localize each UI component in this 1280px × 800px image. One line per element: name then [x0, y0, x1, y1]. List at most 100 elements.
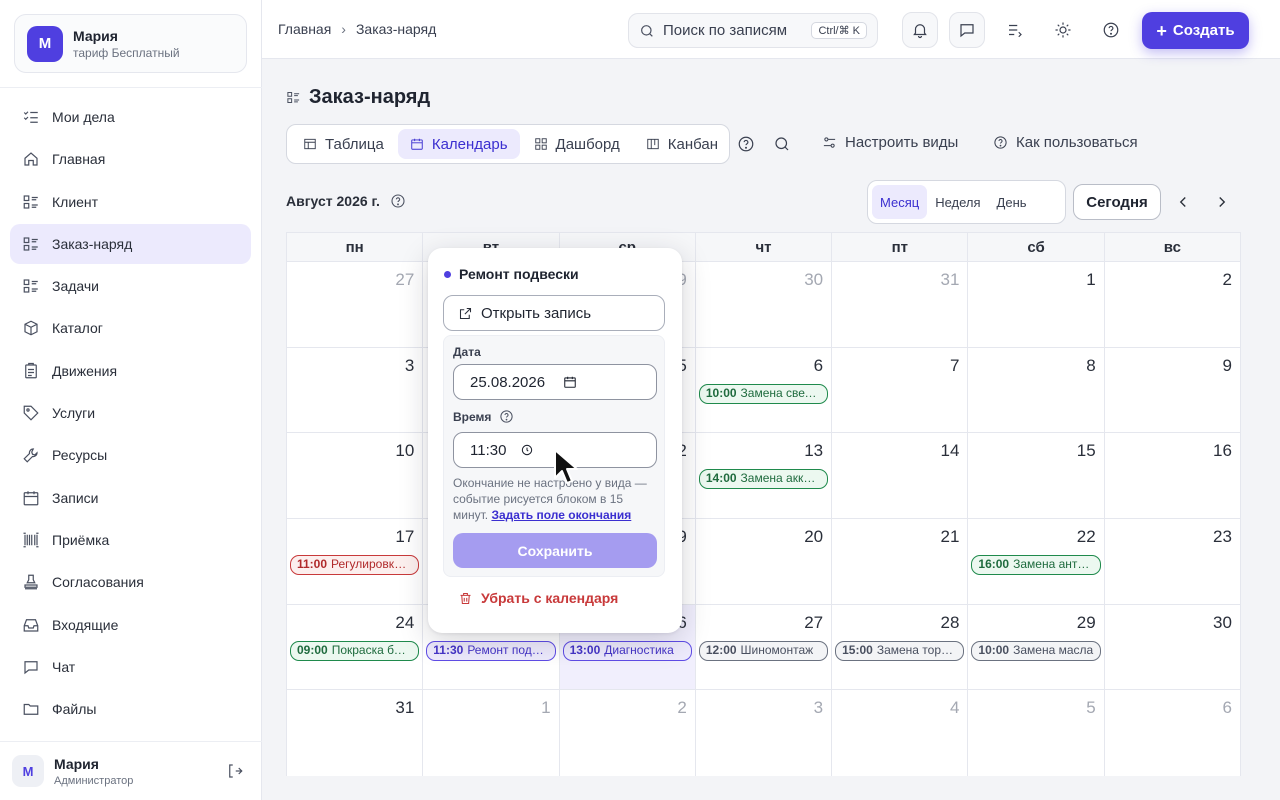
date-field[interactable]: 25.08.2026	[453, 364, 657, 400]
event-title: Замена аккумулятора	[740, 471, 828, 486]
calendar-day[interactable]: 30	[695, 262, 833, 347]
question-circle-icon[interactable]	[499, 409, 514, 424]
help-button[interactable]	[1093, 12, 1129, 48]
sidebar-item-3[interactable]: Заказ-наряд	[10, 223, 251, 264]
messages-button[interactable]	[949, 12, 985, 48]
sidebar-item-7[interactable]: Услуги	[10, 393, 251, 433]
calendar-day[interactable]: 16	[1104, 433, 1240, 519]
question-circle-icon[interactable]	[390, 193, 406, 209]
tab-kanban[interactable]: Канбан	[634, 129, 730, 159]
calendar-day[interactable]: 24 09:00Покраска бампера	[287, 604, 424, 690]
range-option[interactable]: Неделя	[927, 185, 988, 219]
sidebar-item-13[interactable]: Чат	[10, 647, 251, 687]
sidebar-item-label: Приёмка	[52, 531, 110, 548]
range-option[interactable]: Месяц	[872, 185, 928, 219]
day-number: 6	[1222, 698, 1232, 718]
sidebar-item-6[interactable]: Движения	[10, 351, 251, 391]
today-button[interactable]: Сегодня	[1073, 184, 1161, 220]
weekday-label: чт	[696, 233, 833, 261]
calendar-day[interactable]: 22 16:00Замена антифриза	[968, 519, 1105, 604]
date-label: Дата	[453, 345, 481, 359]
calendar-day[interactable]: 4	[832, 690, 969, 777]
calendar-day[interactable]: 27	[287, 262, 424, 347]
calendar-event[interactable]: 11:00Регулировка развала	[290, 555, 420, 576]
calendar-day[interactable]: 1	[423, 690, 560, 777]
calendar-day[interactable]: 21	[832, 519, 969, 604]
queue-button[interactable]	[997, 12, 1033, 48]
event-time: 14:00	[705, 471, 737, 486]
calendar-day[interactable]: 28 15:00Замена тормозов	[832, 604, 969, 690]
create-button[interactable]: + Создать	[1142, 12, 1249, 49]
calendar-day[interactable]: 27 12:00 Шиномонтаж	[695, 604, 833, 690]
tab-calendar[interactable]: Календарь	[397, 129, 520, 159]
tab-dashboard[interactable]: Дашборд	[522, 129, 632, 159]
logout-icon[interactable]	[226, 762, 244, 780]
calendar-day[interactable]: 3	[287, 347, 424, 433]
calendar-event[interactable]: 14:00Замена аккумулятора	[698, 469, 829, 490]
calendar-event[interactable]: 10:00 Замена свечей	[698, 383, 829, 404]
calendar-day[interactable]: 14	[832, 433, 969, 519]
calendar-event[interactable]: 13:00 Диагностика	[562, 640, 692, 661]
time-field[interactable]: 11:30	[453, 432, 657, 468]
calendar-day[interactable]: 20	[695, 519, 833, 604]
calendar-event[interactable]: 09:00Покраска бампера	[290, 640, 420, 661]
how-to-use-button[interactable]: Как пользоваться	[993, 134, 1138, 151]
calendar-day[interactable]: 23	[1104, 519, 1240, 604]
calendar-day[interactable]: 1	[968, 262, 1105, 347]
notifications-button[interactable]	[902, 12, 938, 48]
search-input[interactable]: Поиск по записям Ctrl/⌘ K	[628, 13, 878, 48]
sidebar-item-9[interactable]: Записи	[10, 478, 251, 518]
day-number: 27	[804, 612, 824, 632]
calendar-day[interactable]: 3	[695, 690, 833, 777]
calendar-day[interactable]: 10	[287, 433, 424, 519]
views-help-icon[interactable]	[737, 135, 755, 153]
sidebar-item-5[interactable]: Каталог	[10, 308, 251, 348]
calendar-event[interactable]: 16:00Замена антифриза	[971, 555, 1101, 576]
sidebar-item-4[interactable]: Задачи	[10, 266, 251, 306]
sidebar-item-1[interactable]: Главная	[10, 139, 251, 179]
calendar-day[interactable]: 29 10:00 Замена масла	[968, 604, 1105, 690]
calendar-day[interactable]: 6	[1104, 690, 1240, 777]
prev-month-button[interactable]	[1174, 193, 1192, 211]
sidebar-item-12[interactable]: Входящие	[10, 605, 251, 645]
calendar-event[interactable]: 11:30 Ремонт подвески	[426, 640, 556, 661]
calendar-day[interactable]: 2	[1104, 262, 1240, 347]
tab-table[interactable]: Таблица	[291, 129, 396, 159]
clock-icon[interactable]	[520, 443, 534, 457]
calendar-day[interactable]: 5	[968, 690, 1105, 777]
calendar-day[interactable]: 8	[968, 347, 1105, 433]
sidebar-item-8[interactable]: Ресурсы	[10, 435, 251, 475]
calendar-icon[interactable]	[563, 375, 577, 389]
breadcrumb-home[interactable]: Главная	[278, 21, 331, 37]
set-end-field-link[interactable]: Задать поле окончания	[491, 508, 631, 522]
configure-views-button[interactable]: Настроить виды	[822, 134, 958, 151]
save-button[interactable]: Сохранить	[453, 533, 657, 568]
calendar-day[interactable]: 2	[559, 690, 696, 777]
calendar-day[interactable]: 15	[968, 433, 1105, 519]
calendar-day[interactable]: 7	[832, 347, 969, 433]
calendar-day[interactable]: 31	[287, 690, 424, 777]
remove-from-calendar-button[interactable]: Убрать с календаря	[458, 590, 618, 606]
calendar-day[interactable]: 13 14:00Замена аккумулятора	[695, 433, 833, 519]
sidebar-item-0[interactable]: Мои дела	[10, 97, 251, 137]
calendar-day[interactable]: 31	[832, 262, 969, 347]
views-search-icon[interactable]	[773, 135, 791, 153]
sidebar-item-14[interactable]: Файлы	[10, 689, 251, 729]
calendar-day[interactable]: 17 11:00Регулировка развала	[287, 519, 424, 604]
account-switcher[interactable]: М Мария тариф Бесплатный	[14, 14, 247, 73]
calendar-day[interactable]: 9	[1104, 347, 1240, 433]
calendar-event[interactable]: 15:00Замена тормозов	[835, 640, 965, 661]
calendar-day[interactable]: 6 10:00 Замена свечей	[695, 347, 833, 433]
sidebar-item-11[interactable]: Согласования	[10, 562, 251, 602]
sidebar-item-10[interactable]: Приёмка	[10, 520, 251, 560]
calendar-day[interactable]: 30	[1104, 604, 1240, 690]
user-name: Мария	[54, 755, 99, 772]
theme-button[interactable]	[1045, 12, 1081, 48]
next-month-button[interactable]	[1213, 193, 1231, 211]
open-record-button[interactable]: Открыть запись	[443, 295, 665, 331]
range-option[interactable]: День	[989, 185, 1035, 219]
calendar-event[interactable]: 10:00 Замена масла	[971, 640, 1101, 661]
range-switcher: Месяц Неделя День	[867, 180, 1066, 224]
calendar-event[interactable]: 12:00 Шиномонтаж	[698, 640, 829, 661]
sidebar-item-2[interactable]: Клиент	[10, 182, 251, 222]
